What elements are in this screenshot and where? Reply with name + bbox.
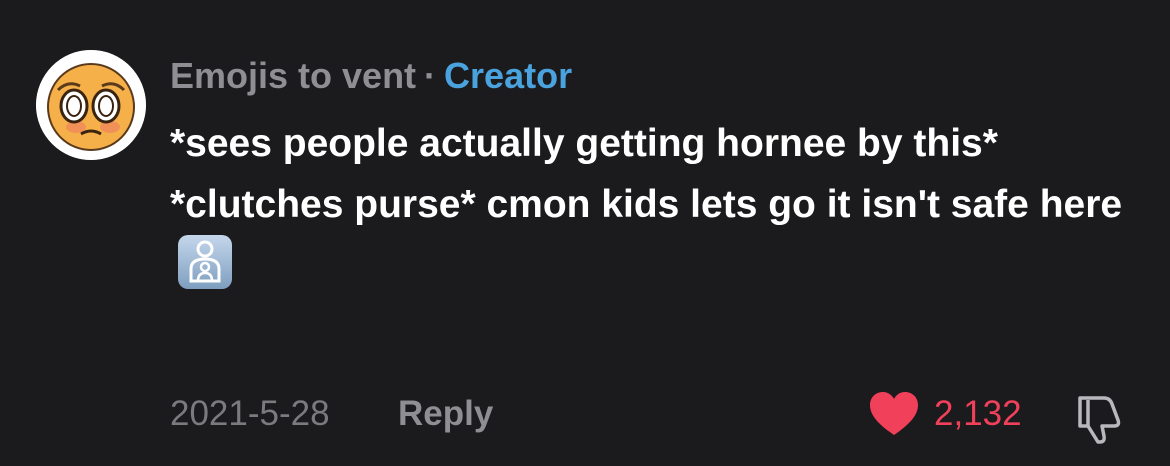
reply-button[interactable]: Reply (398, 388, 493, 440)
comment-header: Emojis to vent · Creator (170, 54, 572, 98)
heart-icon (870, 392, 918, 435)
thumbs-down-icon[interactable] (1070, 390, 1126, 446)
comment-line-text: *clutches purse* cmon kids lets go it is… (170, 183, 1123, 226)
comment-date: 2021-5-28 (170, 394, 330, 433)
author-name[interactable]: Emojis to vent (170, 55, 416, 96)
separator-dot: · (424, 55, 437, 96)
comment: Emojis to vent · Creator *sees people actu… (0, 0, 1170, 466)
comment-line: *sees people actually getting hornee by … (170, 122, 998, 165)
comment-body: *sees people actually getting hornee by … (170, 113, 1130, 299)
comment-footer: 2021-5-28 Reply 2,132 (170, 388, 1130, 444)
crying-emoji-avatar-icon (36, 50, 146, 160)
avatar[interactable] (36, 50, 146, 160)
comment-line: *clutches purse* cmon kids lets go it is… (170, 174, 1130, 299)
person-with-child-emoji-icon (178, 235, 232, 289)
like-button[interactable]: 2,132 (868, 388, 1022, 440)
creator-badge: Creator (444, 55, 573, 96)
like-count: 2,132 (934, 394, 1022, 433)
